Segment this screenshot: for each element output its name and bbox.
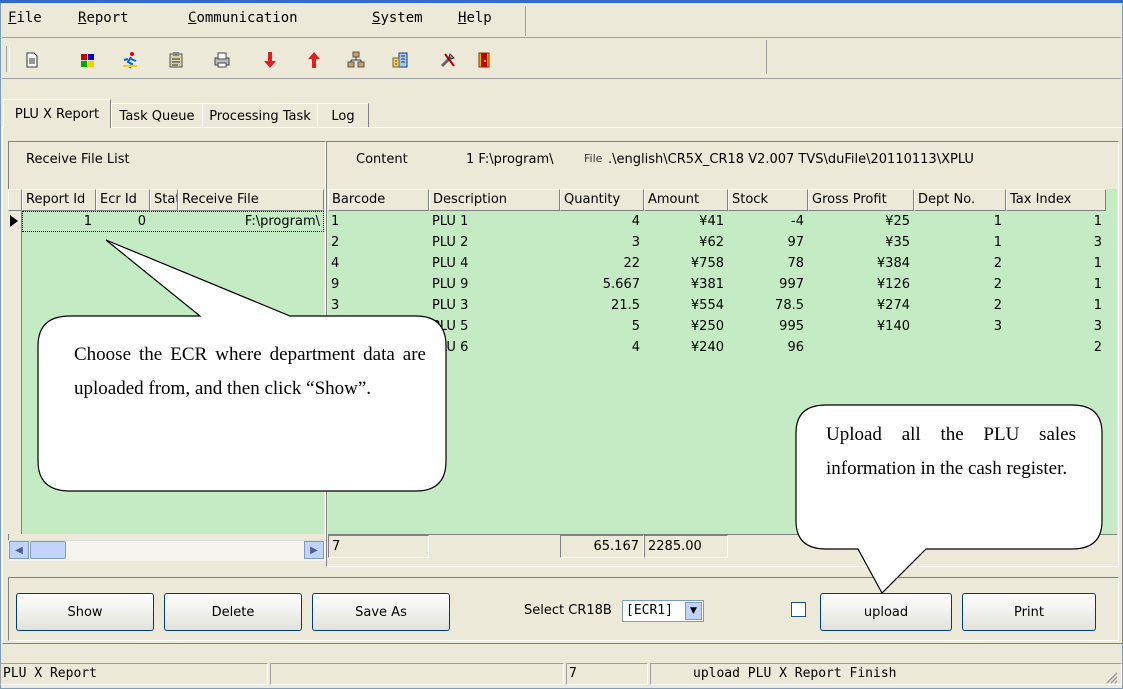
callout-right-text: Upload all the PLU sales information in … xyxy=(826,424,1076,479)
tab-plu-x-report[interactable]: PLU X Report xyxy=(3,99,111,128)
callout-left-text: Choose the ECR where department data are… xyxy=(74,344,426,399)
tab-plu-x-report-label: PLU X Report xyxy=(14,106,100,122)
